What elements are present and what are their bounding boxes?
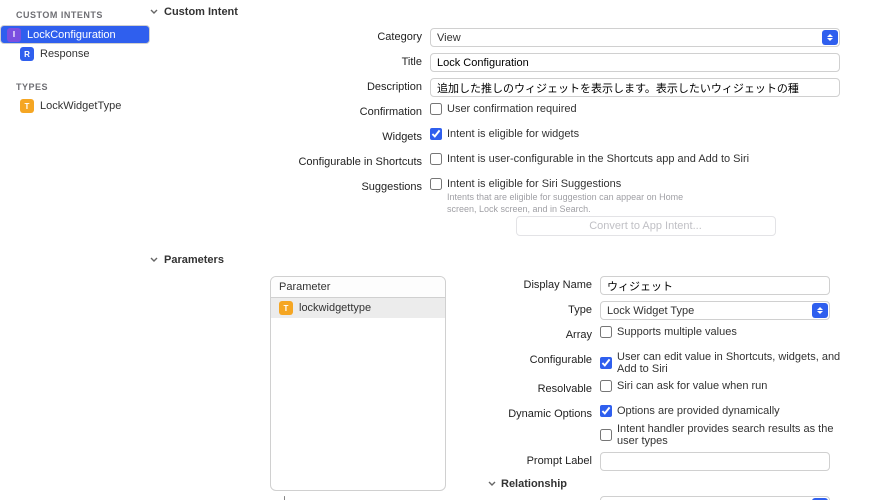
sidebar-item-label: LockConfiguration [27,29,116,41]
chevron-updown-icon [812,303,828,318]
label-suggestions: Suggestions [150,178,430,193]
label-param-configurable: Configurable [470,351,600,366]
input-display-name[interactable] [600,276,830,295]
input-title[interactable] [430,53,840,72]
label-display-name: Display Name [470,276,600,291]
checkbox-param-configurable[interactable] [600,357,612,369]
label-category: Category [150,28,430,43]
add-parameter-button[interactable]: ＋ [278,495,291,500]
intent-icon: I [7,28,21,42]
checkbox-suggestions[interactable] [430,178,442,190]
section-title-relationship: Relationship [501,478,567,490]
sidebar-item-label: Response [40,48,90,60]
chevron-updown-icon [822,30,838,45]
type-icon: T [279,301,293,315]
select-type[interactable]: Lock Widget Type [600,301,830,320]
checkbox-widgets[interactable] [430,128,442,140]
parameters-table: Parameter T lockwidgettype [270,276,446,491]
label-confirmation: Confirmation [150,103,430,118]
hint-suggestions: Intents that are eligible for suggestion… [447,192,707,215]
sidebar-item-response[interactable]: R Response [0,45,150,63]
section-title-parameters: Parameters [164,254,224,266]
label-widgets: Widgets [150,128,430,143]
response-icon: R [20,47,34,61]
sidebar-item-label: LockWidgetType [40,100,121,112]
sidebar-item-lockwidgettype[interactable]: T LockWidgetType [0,97,150,115]
input-description[interactable] [430,78,840,97]
chevron-down-icon[interactable] [488,480,496,488]
chevron-down-icon[interactable] [150,8,158,16]
sidebar-section-custom-intents: CUSTOM INTENTS [0,8,150,24]
label-prompt: Prompt Label [470,452,600,467]
sidebar-section-types: TYPES [0,80,150,96]
main: Custom Intent Category View Title Des [150,0,875,500]
input-prompt-label[interactable] [600,452,830,471]
checkbox-resolvable[interactable] [600,380,612,392]
chevron-down-icon[interactable] [150,256,158,264]
remove-parameter-button[interactable]: － [301,495,314,500]
label-description: Description [150,78,430,93]
label-parent-parameter: Parent Parameter [470,496,600,500]
checkbox-dynamic-options[interactable] [600,405,612,417]
convert-to-app-intent-button[interactable]: Convert to App Intent... [516,216,776,236]
label-array: Array [470,326,600,341]
type-icon: T [20,99,34,113]
label-title: Title [150,53,430,68]
label-dynamic-options: Dynamic Options [470,405,600,420]
section-title-custom-intent: Custom Intent [164,6,238,18]
select-category[interactable]: View [430,28,840,47]
table-row[interactable]: T lockwidgettype [271,298,445,318]
checkbox-array[interactable] [600,326,612,338]
sidebar-item-lockconfiguration[interactable]: I LockConfiguration [0,25,150,44]
checkbox-confirmation[interactable] [430,103,442,115]
checkbox-search-results[interactable] [600,429,612,441]
label-type: Type [470,301,600,316]
checkbox-configurable-shortcuts[interactable] [430,153,442,165]
sidebar: CUSTOM INTENTS I LockConfiguration R Res… [0,0,150,500]
parameters-table-header: Parameter [271,277,445,298]
select-parent-parameter[interactable]: None [600,496,830,500]
label-configurable-shortcuts: Configurable in Shortcuts [150,153,430,168]
label-resolvable: Resolvable [470,380,600,395]
